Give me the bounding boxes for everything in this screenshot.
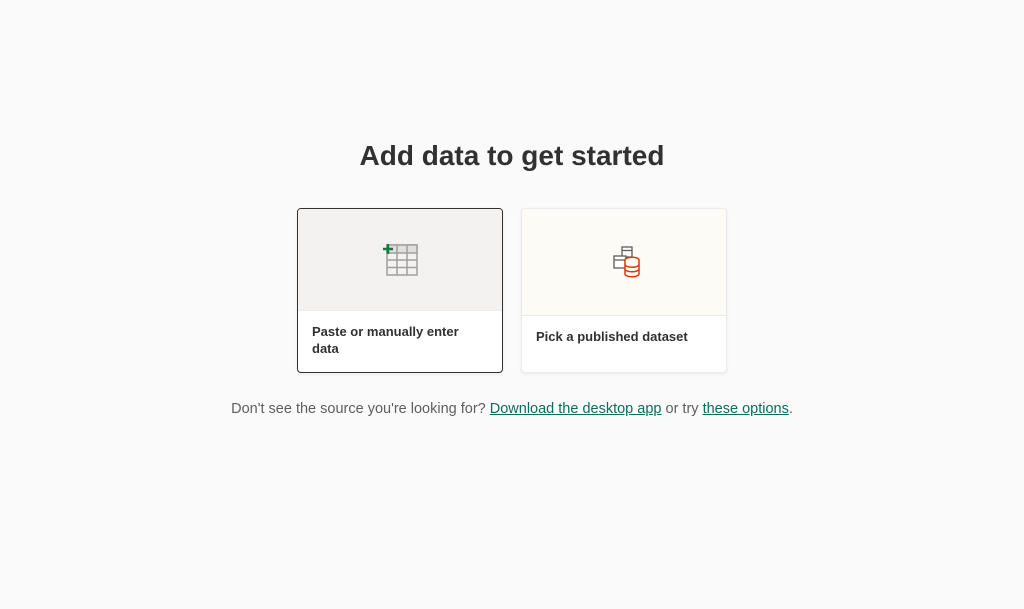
helper-middle: or try (666, 401, 703, 417)
paste-data-card-label: Paste or manually enter data (298, 311, 502, 372)
page-title: Add data to get started (360, 140, 665, 172)
table-plus-icon (380, 241, 420, 277)
published-dataset-card-label: Pick a published dataset (522, 316, 726, 372)
published-dataset-card[interactable]: Pick a published dataset (521, 208, 727, 373)
dataset-icon (603, 242, 645, 282)
download-desktop-link[interactable]: Download the desktop app (490, 401, 662, 417)
helper-text: Don't see the source you're looking for?… (231, 401, 793, 417)
helper-prefix: Don't see the source you're looking for? (231, 401, 490, 417)
paste-data-card-image (298, 209, 502, 311)
helper-suffix: . (789, 401, 793, 417)
paste-data-card[interactable]: Paste or manually enter data (297, 208, 503, 373)
card-row: Paste or manually enter data Pick a publ… (297, 208, 727, 373)
published-dataset-card-image (522, 209, 726, 316)
these-options-link[interactable]: these options (703, 401, 789, 417)
